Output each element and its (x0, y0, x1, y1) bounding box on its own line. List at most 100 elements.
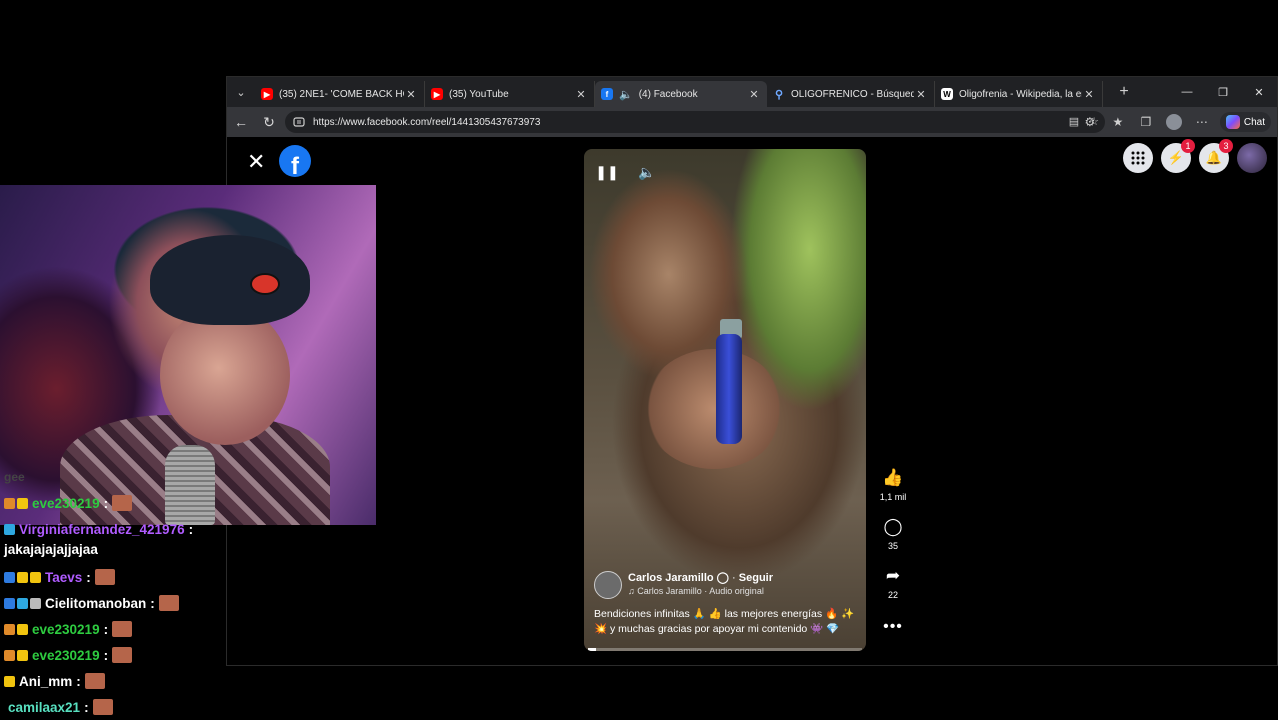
tab-search[interactable]: ⚲ OLIGOFRENICO - Búsqueda ✕ (767, 81, 935, 107)
chat-badge-icon (4, 597, 15, 609)
tab-wikipedia[interactable]: W Oligofrenia - Wikipedia, la enci ✕ (935, 81, 1103, 107)
reel-video[interactable]: ❚❚ 🔈 Carlos Jaramillo ◯ · Seguir ♫ Carlo… (584, 149, 866, 651)
chat-message: eve230219: (0, 616, 226, 642)
chat-username[interactable]: eve230219 (32, 648, 100, 663)
app-available-icon[interactable]: ▤ (1069, 115, 1079, 128)
tab-title: OLIGOFRENICO - Búsqueda (791, 88, 914, 100)
chat-message: Taevs: (0, 564, 226, 590)
bell-icon: 🔔 (1205, 150, 1223, 165)
wikipedia-icon: W (941, 88, 953, 100)
chat-badge-icon (17, 649, 28, 661)
extensions-icon[interactable]: ⚙ (1080, 112, 1100, 132)
follow-link[interactable]: Seguir (739, 572, 773, 584)
menu-grid-icon[interactable] (1123, 143, 1153, 173)
close-tab-icon[interactable]: ✕ (747, 88, 761, 101)
chat-badge-icon (4, 649, 15, 661)
address-bar-row: ← ↻ https://www.facebook.com/reel/144130… (227, 107, 1277, 137)
close-tab-icon[interactable]: ✕ (404, 88, 418, 101)
top-right-nav: ⚡ 1 🔔 3 (1123, 139, 1267, 173)
chat-badges (4, 597, 41, 609)
chat-badge-icon (30, 597, 41, 609)
close-icon[interactable]: ✕ (247, 149, 265, 175)
webcam-cap-logo (250, 273, 280, 295)
more-options-icon[interactable]: ••• (883, 618, 903, 636)
pause-icon[interactable]: ❚❚ (595, 163, 618, 181)
reel-info: Carlos Jaramillo ◯ · Seguir ♫ Carlos Jar… (594, 571, 855, 635)
tab-title: (4) Facebook (638, 88, 698, 100)
chat-username[interactable]: Cielitomanoban (45, 596, 146, 611)
author-name[interactable]: Carlos Jaramillo (628, 572, 714, 584)
author-avatar[interactable] (594, 571, 622, 599)
facebook-logo[interactable]: f (279, 145, 311, 177)
chat-message: camilaax21: (0, 694, 226, 720)
collections-icon[interactable]: ❐ (1136, 112, 1156, 132)
window-controls: — ❐ ✕ (1169, 77, 1277, 107)
chat-username[interactable]: eve230219 (32, 622, 100, 637)
volume-icon[interactable]: 🔈 (638, 163, 656, 181)
tab-facebook[interactable]: f 🔈 (4) Facebook ✕ (595, 81, 767, 107)
close-window-icon[interactable]: ✕ (1241, 77, 1277, 107)
minimize-icon[interactable]: — (1169, 77, 1205, 107)
chat-badge-icon (4, 675, 15, 687)
more-options-icon[interactable]: ⋯ (1192, 112, 1212, 132)
comment-count: 35 (887, 541, 898, 551)
notifications-button[interactable]: 🔔 3 (1199, 139, 1233, 173)
chat-colon: : (103, 495, 109, 511)
share-button[interactable]: ➦ 22 (882, 565, 904, 600)
reload-button[interactable]: ↻ (255, 107, 283, 137)
speaker-icon[interactable]: 🔈 (619, 88, 633, 101)
tab-youtube[interactable]: ▶ (35) YouTube ✕ (425, 81, 595, 107)
close-tab-icon[interactable]: ✕ (1082, 88, 1096, 101)
profile-icon (1165, 114, 1182, 130)
chat-username[interactable]: eve230219 (32, 496, 100, 511)
chat-badge-icon (17, 571, 28, 583)
video-progress-bar[interactable] (588, 648, 862, 651)
verified-icon: ◯ (716, 572, 729, 584)
tab-list-button[interactable]: ⌄ (227, 77, 255, 107)
favorites-icon[interactable]: ★ (1108, 112, 1128, 132)
comment-button[interactable]: ◯ 35 (882, 516, 904, 551)
chat-colon: : (188, 521, 194, 537)
notifications-badge: 3 (1219, 139, 1233, 153)
chat-username[interactable]: Taevs (45, 570, 82, 585)
profile-button[interactable] (1164, 112, 1184, 132)
reel-actions: 👍 1,1 mil ◯ 35 ➦ 22 ••• (877, 467, 909, 636)
chat-badge-icon (4, 623, 15, 635)
copilot-chat-button[interactable]: Chat (1219, 112, 1271, 132)
chat-username[interactable]: camilaax21 (8, 700, 80, 715)
chat-label: Chat (1243, 116, 1265, 128)
chat-badge-icon (17, 597, 28, 609)
chat-badges (4, 497, 28, 509)
search-icon: ⚲ (774, 88, 784, 101)
thumbs-up-icon: 👍 (882, 468, 904, 487)
close-tab-icon[interactable]: ✕ (914, 88, 928, 101)
chat-badges (4, 649, 28, 661)
messenger-button[interactable]: ⚡ 1 (1161, 139, 1195, 173)
video-progress-fill (588, 648, 597, 651)
new-tab-button[interactable]: + (1111, 83, 1137, 101)
restore-icon[interactable]: ❐ (1205, 77, 1241, 107)
site-info-icon[interactable] (293, 116, 305, 128)
like-button[interactable]: 👍 1,1 mil (880, 467, 907, 502)
chat-message-text: jakajajajajjajaa (4, 542, 98, 557)
chat-colon: : (150, 595, 155, 611)
reel-caption: Bendiciones infinitas 🙏 👍 las mejores en… (594, 608, 855, 635)
chat-username[interactable]: Ani_mm (19, 674, 72, 689)
video-lighter (716, 334, 742, 444)
streamer-webcam (0, 185, 376, 525)
share-icon: ➦ (885, 566, 901, 585)
address-bar[interactable]: https://www.facebook.com/reel/1441305437… (285, 111, 1105, 133)
webcam-face (160, 305, 290, 445)
back-button[interactable]: ← (227, 107, 255, 137)
chat-badge-icon (4, 571, 15, 583)
youtube-icon: ▶ (431, 88, 443, 100)
chat-badges (4, 675, 15, 687)
close-tab-icon[interactable]: ✕ (574, 88, 588, 101)
audio-label[interactable]: Carlos Jaramillo · Audio original (637, 586, 764, 596)
tab-youtube-2ne1[interactable]: ▶ (35) 2NE1- 'COME BACK HOME ✕ (255, 81, 425, 107)
chat-badges (4, 623, 28, 635)
url-text: https://www.facebook.com/reel/1441305437… (313, 116, 541, 128)
account-avatar[interactable] (1237, 143, 1267, 173)
messenger-icon: ⚡ (1167, 150, 1185, 165)
chat-username[interactable]: Virginiafernandez_421976 (19, 522, 185, 537)
